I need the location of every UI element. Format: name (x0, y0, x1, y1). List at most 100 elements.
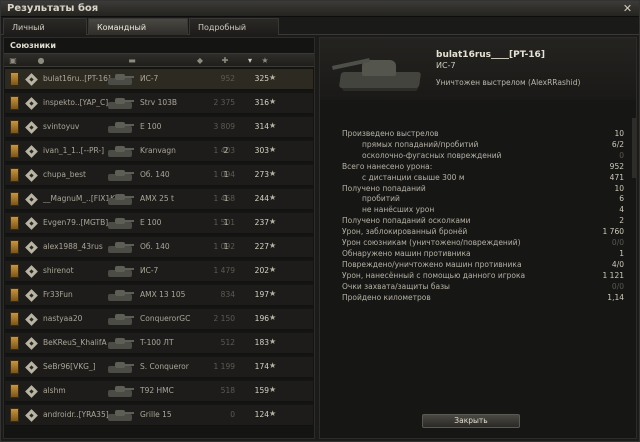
xp-column-icon[interactable]: ★ (259, 55, 271, 66)
stat-row: Обнаружено машин противника 1 (342, 249, 624, 259)
stat-row: осколочно-фугасных повреждений 0 (342, 151, 624, 161)
tank-icon (108, 240, 134, 254)
stat-value: 10 (614, 183, 624, 193)
close-button[interactable]: Закрыть (422, 414, 520, 428)
xp-value: 314 (254, 122, 269, 131)
platoon-icon (25, 385, 38, 398)
scrollbar[interactable] (632, 118, 636, 178)
stat-value: 471 (609, 172, 624, 182)
battle-results-window: Результаты боя ✕ Личный результат Команд… (0, 0, 640, 442)
tank-icon (108, 312, 134, 326)
detail-header: bulat16rus____[PT-16] ИС-7 Уничтожен выс… (320, 38, 636, 100)
close-icon[interactable]: ✕ (621, 2, 634, 15)
player-row[interactable]: BeKReuS_KhalifA T-100 ЛТ 512 183 ★ (5, 333, 313, 354)
stat-label: Урон союзникам (уничтожено/повреждений) (342, 238, 521, 247)
kills-value: 1 (223, 218, 229, 227)
player-row[interactable]: inspekto..[YAP_C] Strv 103B 2 375 316 ★ (5, 93, 313, 114)
stat-label: Произведено выстрелов (342, 129, 439, 138)
damage-column-icon[interactable]: ◆ (194, 55, 206, 66)
platoon-icon (25, 73, 38, 86)
player-row[interactable]: SeBr96[VKG_] S. Conqueror 1 199 174 ★ (5, 357, 313, 378)
stat-value: 1 (619, 248, 624, 258)
tank-column-icon[interactable]: ▬ (122, 55, 142, 66)
tank-icon (108, 72, 134, 86)
platoon-icon (25, 265, 38, 278)
xp-value: 237 (254, 218, 269, 227)
platoon-icon (25, 337, 38, 350)
stat-value: 0/0 (611, 238, 624, 247)
player-row[interactable]: shirenot ИС-7 1 479 202 ★ (5, 261, 313, 282)
stat-value: 1 760 (602, 227, 624, 237)
xp-value: 325 (254, 74, 269, 83)
stat-value: 2 (619, 216, 624, 226)
player-row[interactable]: bulat16ru..[PT-16] ИС-7 952 325 ★ (5, 69, 313, 90)
tab-team-result[interactable]: Командный результат (88, 18, 188, 49)
player-row[interactable]: __MagnuM_..[FIX1K] AMX 25 t1 468 1 244 ★ (5, 189, 313, 210)
medal-icon (10, 72, 19, 86)
tank-name: Об. 140 (140, 170, 170, 179)
star-icon: ★ (269, 265, 277, 274)
platoon-icon (25, 289, 38, 302)
tank-image (331, 50, 426, 94)
medal-icon (10, 408, 19, 422)
damage-value: 0 (230, 410, 235, 419)
tab-detailed-report[interactable]: Подробный отчёт (189, 18, 279, 49)
player-row[interactable]: alshm T92 HMC 518 159 ★ (5, 381, 313, 402)
player-row[interactable]: chupa_best Об. 140 1 094 1 273 ★ (5, 165, 313, 186)
medal-column-icon[interactable]: ▣ (7, 55, 19, 66)
stat-row: с дистанции свыше 300 м 471 (342, 173, 624, 183)
player-row[interactable]: svintoyuv E 100 3 809 314 ★ (5, 117, 313, 138)
sort-chevron-icon[interactable]: ▾ (244, 55, 256, 66)
player-row[interactable]: nastyaa20 ConquerorGC 2 150 196 ★ (5, 309, 313, 330)
tank-name: ИС-7 (140, 74, 159, 83)
player-row[interactable]: alex1988_43rus Об. 140 1 092 1 227 ★ (5, 237, 313, 258)
team-panel: Союзники ▣ ● ▬ ◆ ✚ ▾ ★ bulat16ru..[PT-16… (3, 37, 315, 439)
player-row[interactable]: Fr33Fun AMX 13 105 834 197 ★ (5, 285, 313, 306)
platoon-icon (25, 169, 38, 182)
player-row[interactable]: ivan_1_1..[--PR-] Kranvagn 1 403 2 303 ★ (5, 141, 313, 162)
tank-icon (108, 120, 134, 134)
star-icon: ★ (269, 217, 277, 226)
stat-value: 1 121 (602, 270, 624, 280)
platoon-icon (25, 241, 38, 254)
medal-icon (10, 192, 19, 206)
damage-value: 952 (220, 74, 235, 83)
star-icon: ★ (269, 409, 277, 418)
platoon-icon (25, 313, 38, 326)
tank-icon (108, 408, 134, 422)
tank-icon (108, 216, 134, 230)
player-row[interactable]: androidr..[YRA35] Grille 15 0 124 ★ (5, 405, 313, 426)
xp-value: 202 (254, 266, 269, 275)
star-icon: ★ (269, 169, 277, 178)
xp-value: 303 (254, 146, 269, 155)
kills-column-icon[interactable]: ✚ (218, 55, 232, 66)
damage-value: 512 (220, 338, 235, 347)
stat-row: Урон, нанесённый с помощью данного игрок… (342, 271, 624, 281)
medal-icon (10, 384, 19, 398)
stat-row: Пройдено километров 1,14 (342, 293, 624, 303)
star-icon: ★ (269, 337, 277, 346)
tank-icon (108, 384, 134, 398)
medal-icon (10, 144, 19, 158)
stat-value: 952 (609, 161, 624, 171)
xp-value: 244 (254, 194, 269, 203)
stat-label: прямых попаданий/пробитий (362, 139, 479, 149)
platoon-icon (25, 217, 38, 230)
tank-icon (108, 192, 134, 206)
damage-value: 2 150 (213, 314, 235, 323)
tab-personal-result[interactable]: Личный результат (3, 18, 87, 49)
player-row[interactable]: Evgen79..[MGTB] E 100 1 501 1 237 ★ (5, 213, 313, 234)
tank-name: E 100 (140, 218, 162, 227)
stat-label: Повреждено/уничтожено машин противника (342, 259, 522, 269)
player-column-icon[interactable]: ● (34, 55, 48, 66)
stat-row: Всего нанесено урона: 952 (342, 162, 624, 172)
tank-name: ConquerorGC (140, 314, 191, 323)
stat-row: Произведено выстрелов 10 (342, 129, 624, 139)
medal-icon (10, 312, 19, 326)
stat-row: прямых попаданий/пробитий 6/2 (342, 140, 624, 150)
kills-value: 1 (223, 170, 229, 179)
xp-value: 183 (254, 338, 269, 347)
team-heading: Союзники (10, 41, 56, 50)
star-icon: ★ (269, 145, 277, 154)
window-title: Результаты боя (7, 3, 99, 14)
